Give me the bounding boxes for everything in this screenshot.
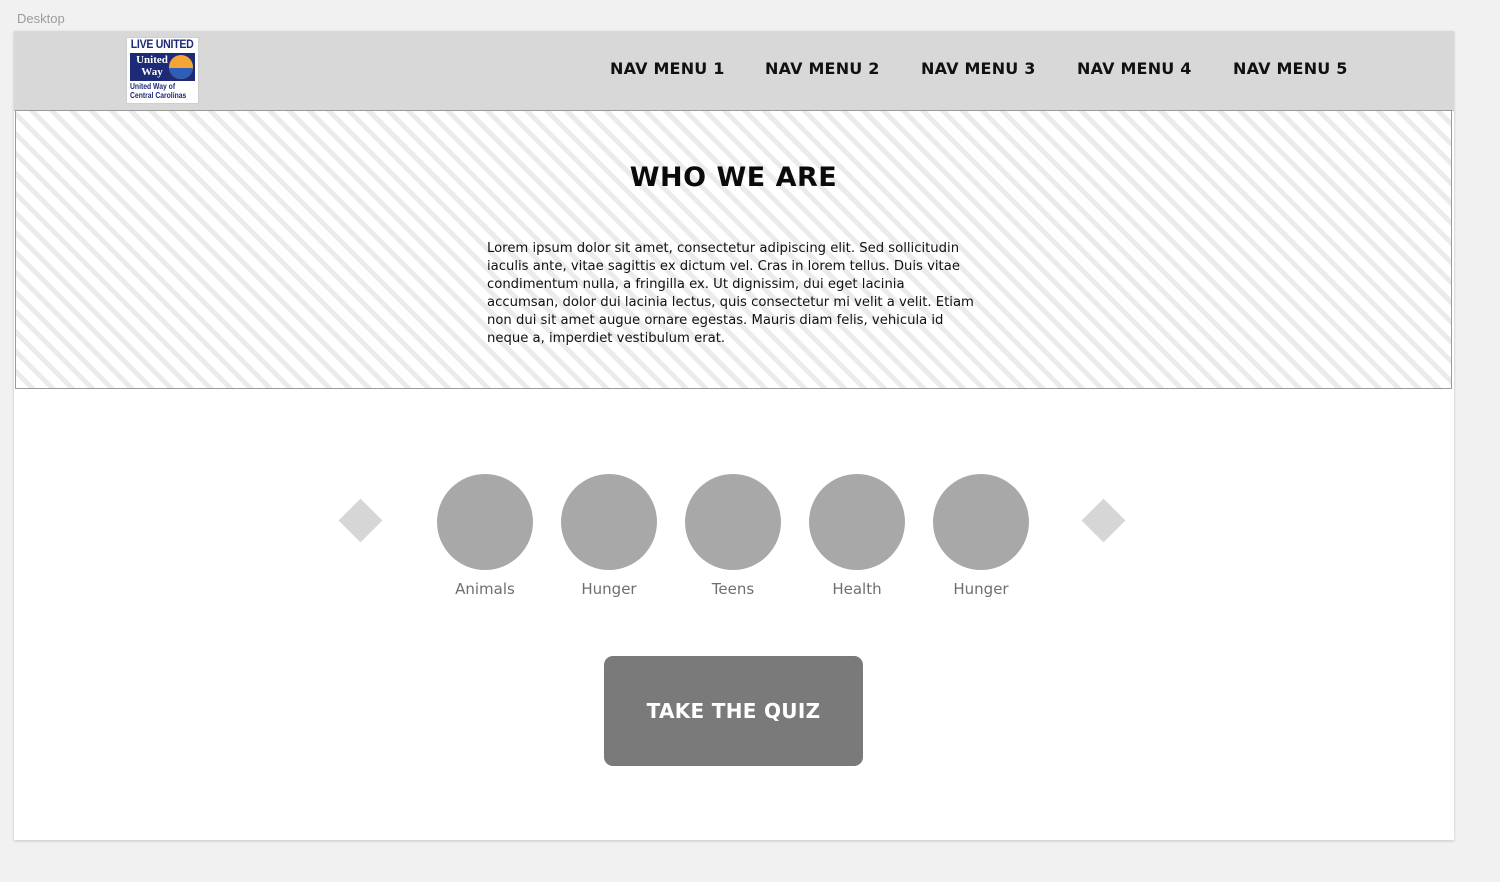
category-label: Teens — [711, 580, 755, 598]
site-header: LIVE UNITED United Way United Way of Cen… — [14, 31, 1454, 111]
nav-menu-4[interactable]: NAV MENU 4 — [1077, 59, 1192, 78]
category-item-health[interactable]: Health — [802, 474, 912, 598]
category-label: Hunger — [953, 580, 1009, 598]
nav-menu-2[interactable]: NAV MENU 2 — [765, 59, 880, 78]
logo-bottom-text: United Way of Central Carolinas — [130, 82, 187, 100]
category-image-placeholder — [933, 474, 1029, 570]
carousel-next-icon[interactable] — [1081, 498, 1126, 543]
logo-top-text: LIVE UNITED — [131, 39, 194, 51]
nav-menu-3[interactable]: NAV MENU 3 — [921, 59, 1036, 78]
category-item-teens[interactable]: Teens — [678, 474, 788, 598]
artboard-label: Desktop — [17, 11, 65, 26]
category-label: Health — [832, 580, 882, 598]
who-we-are-section: WHO WE ARE Lorem ipsum dolor sit amet, c… — [15, 110, 1452, 389]
desktop-artboard: LIVE UNITED United Way United Way of Cen… — [14, 31, 1454, 840]
category-image-placeholder — [809, 474, 905, 570]
nav-menu-5[interactable]: NAV MENU 5 — [1233, 59, 1348, 78]
category-label: Hunger — [581, 580, 637, 598]
category-image-placeholder — [437, 474, 533, 570]
section-title: WHO WE ARE — [629, 162, 838, 193]
take-the-quiz-button[interactable]: TAKE THE QUIZ — [604, 656, 863, 766]
category-item-animals[interactable]: Animals — [430, 474, 540, 598]
main-nav: NAV MENU 1 NAV MENU 2 NAV MENU 3 NAV MEN… — [14, 59, 1454, 81]
category-image-placeholder — [561, 474, 657, 570]
carousel-prev-icon[interactable] — [338, 498, 383, 543]
section-body-text: Lorem ipsum dolor sit amet, consectetur … — [487, 241, 974, 346]
nav-menu-1[interactable]: NAV MENU 1 — [610, 59, 725, 78]
category-image-placeholder — [685, 474, 781, 570]
category-item-hunger[interactable]: Hunger — [554, 474, 664, 598]
category-item-hunger-2[interactable]: Hunger — [926, 474, 1036, 598]
category-label: Animals — [455, 580, 515, 598]
